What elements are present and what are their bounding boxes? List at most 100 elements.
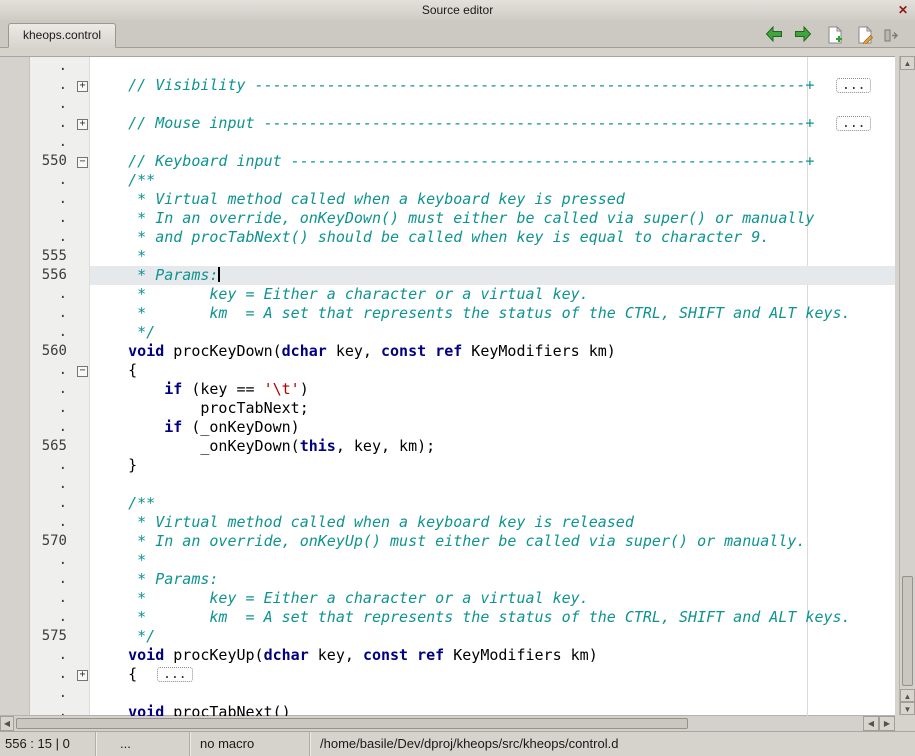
- code-text[interactable]: * km = A set that represents the status …: [90, 304, 895, 323]
- horizontal-scroll-thumb[interactable]: [16, 718, 688, 729]
- code-text[interactable]: /**: [90, 494, 895, 513]
- code-text[interactable]: _onKeyDown(this, key, km);: [90, 437, 895, 456]
- fold-collapse-icon[interactable]: −: [77, 157, 88, 168]
- editor-line[interactable]: . * and procTabNext() should be called w…: [0, 228, 895, 247]
- code-text[interactable]: if (_onKeyDown): [90, 418, 895, 437]
- editor-line[interactable]: . *: [0, 551, 895, 570]
- code-text[interactable]: */: [90, 323, 895, 342]
- go-forward-icon[interactable]: [794, 26, 812, 44]
- code-text[interactable]: if (key == '\t'): [90, 380, 895, 399]
- editor-line[interactable]: 550− // Keyboard input -----------------…: [0, 152, 895, 171]
- editor-line[interactable]: . /**: [0, 494, 895, 513]
- scroll-down-icon[interactable]: ▼: [900, 702, 915, 715]
- code-text[interactable]: // Keyboard input ----------------------…: [90, 152, 895, 171]
- editor-line[interactable]: . * km = A set that represents the statu…: [0, 304, 895, 323]
- editor-line[interactable]: .: [0, 95, 895, 114]
- editor-line[interactable]: .: [0, 133, 895, 152]
- fold-expand-icon[interactable]: +: [77, 81, 88, 92]
- code-text[interactable]: void procKeyUp(dchar key, const ref KeyM…: [90, 646, 895, 665]
- code-text[interactable]: * key = Either a character or a virtual …: [90, 285, 895, 304]
- editor-line[interactable]: . }: [0, 456, 895, 475]
- close-icon[interactable]: ✕: [896, 0, 910, 20]
- document-add-icon[interactable]: [826, 26, 844, 44]
- editor-line[interactable]: .+ // Visibility -----------------------…: [0, 76, 895, 95]
- go-back-icon[interactable]: [765, 26, 783, 44]
- code-editor[interactable]: ..+ // Visibility ----------------------…: [0, 56, 895, 716]
- editor-line[interactable]: .: [0, 684, 895, 703]
- code-text[interactable]: [90, 475, 895, 494]
- code-text[interactable]: [90, 684, 895, 703]
- fold-ellipsis[interactable]: ...: [836, 116, 871, 131]
- code-text[interactable]: *: [90, 551, 895, 570]
- editor-line[interactable]: .+ // Mouse input ----------------------…: [0, 114, 895, 133]
- editor-line[interactable]: . if (key == '\t'): [0, 380, 895, 399]
- code-text[interactable]: }: [90, 456, 895, 475]
- code-text[interactable]: * Params:: [90, 266, 895, 285]
- code-text[interactable]: * In an override, onKeyDown() must eithe…: [90, 209, 895, 228]
- editor-line[interactable]: .: [0, 475, 895, 494]
- editor-line[interactable]: 556 * Params:: [0, 266, 895, 285]
- code-text[interactable]: * km = A set that represents the status …: [90, 608, 895, 627]
- editor-line[interactable]: . void procKeyUp(dchar key, const ref Ke…: [0, 646, 895, 665]
- code-text[interactable]: // Mouse input -------------------------…: [90, 114, 895, 133]
- titlebar[interactable]: Source editor ✕: [0, 0, 915, 21]
- code-text[interactable]: * In an override, onKeyUp() must either …: [90, 532, 895, 551]
- code-text[interactable]: */: [90, 627, 895, 646]
- editor-line[interactable]: . */: [0, 323, 895, 342]
- editor-line[interactable]: 575 */: [0, 627, 895, 646]
- code-text[interactable]: * Params:: [90, 570, 895, 589]
- code-text[interactable]: *: [90, 247, 895, 266]
- editor-line[interactable]: 555 *: [0, 247, 895, 266]
- scroll-up-icon[interactable]: ▲: [900, 56, 915, 70]
- code-text[interactable]: // Visibility --------------------------…: [90, 76, 895, 95]
- editor-line[interactable]: . void procTabNext(): [0, 703, 895, 716]
- code-text[interactable]: * Virtual method called when a keyboard …: [90, 513, 895, 532]
- editor-line[interactable]: . * key = Either a character or a virtua…: [0, 589, 895, 608]
- editor-line[interactable]: .− {: [0, 361, 895, 380]
- code-text[interactable]: {: [90, 361, 895, 380]
- code-text[interactable]: /**: [90, 171, 895, 190]
- scroll-right-icon[interactable]: ▶: [879, 716, 895, 731]
- document-edit-icon[interactable]: [856, 26, 874, 44]
- editor-line[interactable]: . * In an override, onKeyDown() must eit…: [0, 209, 895, 228]
- editor-line[interactable]: 565 _onKeyDown(this, key, km);: [0, 437, 895, 456]
- gutter-strip: [0, 627, 30, 646]
- code-text[interactable]: [90, 95, 895, 114]
- code-text[interactable]: [90, 133, 895, 152]
- editor-line[interactable]: .: [0, 57, 895, 76]
- editor-line[interactable]: . procTabNext;: [0, 399, 895, 418]
- editor-line[interactable]: . * Virtual method called when a keyboar…: [0, 513, 895, 532]
- tab-kheops-control[interactable]: kheops.control: [8, 23, 116, 48]
- code-text[interactable]: * key = Either a character or a virtual …: [90, 589, 895, 608]
- code-text[interactable]: * Virtual method called when a keyboard …: [90, 190, 895, 209]
- editor-line[interactable]: . if (_onKeyDown): [0, 418, 895, 437]
- vertical-scroll-thumb[interactable]: [902, 576, 913, 686]
- code-text[interactable]: {...: [90, 665, 895, 684]
- vertical-scrollbar[interactable]: ▲ ▲ ▼: [899, 56, 915, 715]
- editor-line[interactable]: .+ {...: [0, 665, 895, 684]
- editor-line[interactable]: 560 void procKeyDown(dchar key, const re…: [0, 342, 895, 361]
- code-text[interactable]: [90, 57, 895, 76]
- code-text[interactable]: * and procTabNext() should be called whe…: [90, 228, 895, 247]
- editor-line[interactable]: . * key = Either a character or a virtua…: [0, 285, 895, 304]
- code-text[interactable]: procTabNext;: [90, 399, 895, 418]
- line-number: .: [30, 171, 75, 190]
- scroll-left-icon[interactable]: ◀: [0, 716, 14, 731]
- detach-editor-icon[interactable]: [884, 28, 902, 46]
- editor-line[interactable]: 570 * In an override, onKeyUp() must eit…: [0, 532, 895, 551]
- code-text[interactable]: void procKeyDown(dchar key, const ref Ke…: [90, 342, 895, 361]
- editor-line[interactable]: . * Params:: [0, 570, 895, 589]
- fold-expand-icon[interactable]: +: [77, 670, 88, 681]
- scroll-left2-icon[interactable]: ◀: [863, 716, 879, 731]
- code-token: , key, km);: [336, 437, 435, 455]
- scroll-up2-icon[interactable]: ▲: [900, 689, 915, 702]
- fold-collapse-icon[interactable]: −: [77, 366, 88, 377]
- code-text[interactable]: void procTabNext(): [90, 703, 895, 716]
- horizontal-scrollbar[interactable]: ◀ ◀ ▶: [0, 715, 895, 731]
- editor-line[interactable]: . /**: [0, 171, 895, 190]
- editor-line[interactable]: . * Virtual method called when a keyboar…: [0, 190, 895, 209]
- fold-expand-icon[interactable]: +: [77, 119, 88, 130]
- fold-ellipsis[interactable]: ...: [157, 667, 192, 682]
- fold-ellipsis[interactable]: ...: [836, 78, 871, 93]
- editor-line[interactable]: . * km = A set that represents the statu…: [0, 608, 895, 627]
